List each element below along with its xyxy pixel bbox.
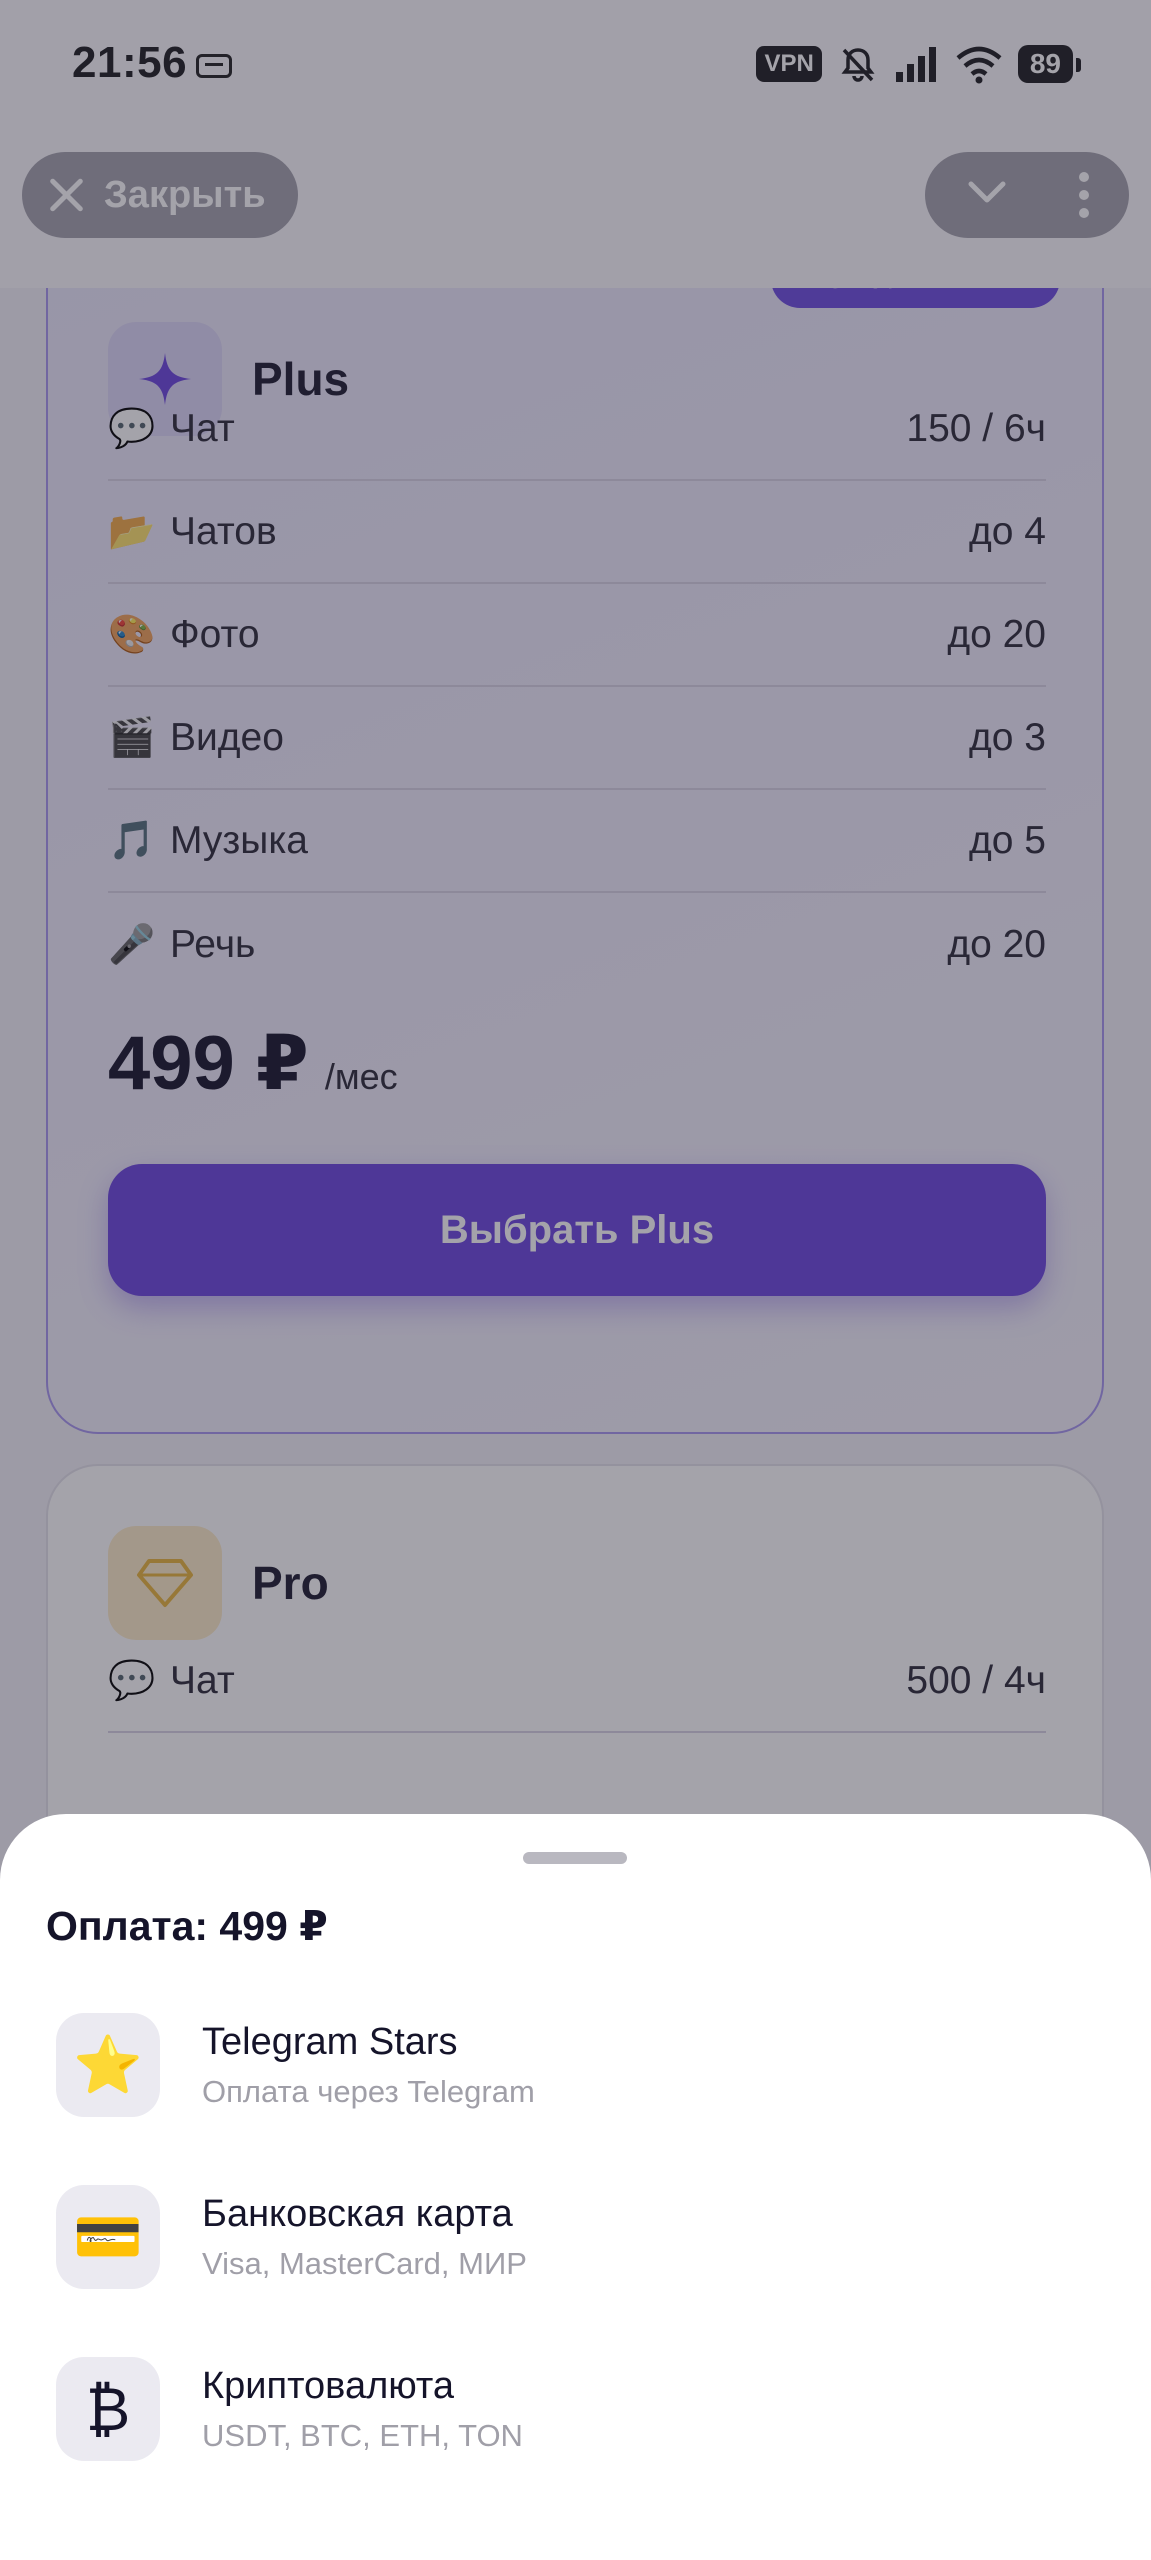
method-subtitle: USDT, BTC, ETH, TON xyxy=(202,2417,523,2453)
method-title: Telegram Stars xyxy=(202,2020,458,2063)
payment-method-telegram-stars[interactable]: ⭐ Telegram Stars Оплата через Telegram xyxy=(56,2012,1096,2118)
payment-method-crypto[interactable]: ₿ Криптовалюта USDT, BTC, ETH, TON xyxy=(56,2356,1096,2462)
bitcoin-icon: ₿ xyxy=(56,2357,160,2461)
method-title: Криптовалюта xyxy=(202,2364,455,2407)
credit-card-icon: 💳 xyxy=(56,2185,160,2289)
payment-sheet: Оплата: 499 ₽ ⭐ Telegram Stars Оплата че… xyxy=(0,1814,1151,2560)
sheet-title: Оплата: 499 ₽ xyxy=(46,1903,328,1949)
method-subtitle: Visa, MasterCard, МИР xyxy=(202,2245,527,2281)
star-icon: ⭐ xyxy=(56,2013,160,2117)
drag-handle[interactable] xyxy=(523,1852,627,1864)
method-title: Банковская карта xyxy=(202,2192,513,2235)
payment-method-bank-card[interactable]: 💳 Банковская карта Visa, MasterCard, МИР xyxy=(56,2184,1096,2290)
method-subtitle: Оплата через Telegram xyxy=(202,2073,535,2109)
